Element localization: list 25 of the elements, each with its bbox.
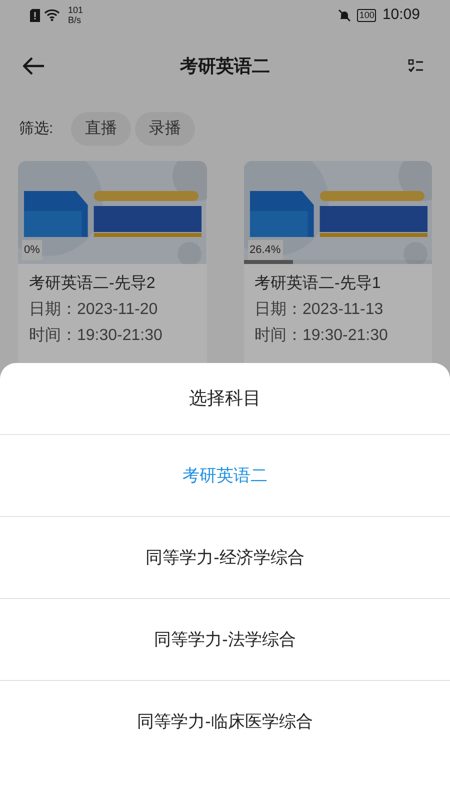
course-date: 日期：2023-11-20: [29, 300, 159, 320]
wifi-icon: [44, 9, 60, 21]
back-arrow-icon: [23, 57, 45, 75]
course-date: 日期：2023-11-13: [254, 300, 384, 320]
course-title: 考研英语二-先导1: [254, 274, 382, 294]
progress-percent: 0%: [22, 240, 42, 260]
course-time: 时间：19:30-21:30: [254, 326, 389, 346]
checklist-icon: [408, 59, 424, 73]
subject-option[interactable]: 同等学力-经济学综合: [146, 544, 304, 570]
filter-label: 筛选:: [19, 118, 54, 139]
course-title: 考研英语二-先导2: [29, 274, 156, 294]
battery-level: 100: [357, 8, 376, 22]
page-title: 考研英语二: [180, 54, 270, 78]
subject-option[interactable]: 同等学力-临床医学综合: [137, 709, 313, 735]
course-time: 时间：19:30-21:30: [29, 326, 164, 346]
clock-time: 10:09: [382, 4, 420, 25]
sim-icon: [30, 8, 40, 22]
subject-option[interactable]: 同等学力-法学综合: [154, 626, 296, 652]
network-speed-value: 101: [68, 5, 84, 15]
sheet-title: 选择科目: [189, 387, 261, 410]
filter-chip[interactable]: 录播: [135, 112, 196, 146]
filter-chip[interactable]: 直播: [71, 112, 132, 146]
progress-percent: 26.4%: [248, 240, 283, 260]
muted-bell-icon: [338, 8, 352, 22]
network-speed-unit: B/s: [68, 15, 82, 25]
